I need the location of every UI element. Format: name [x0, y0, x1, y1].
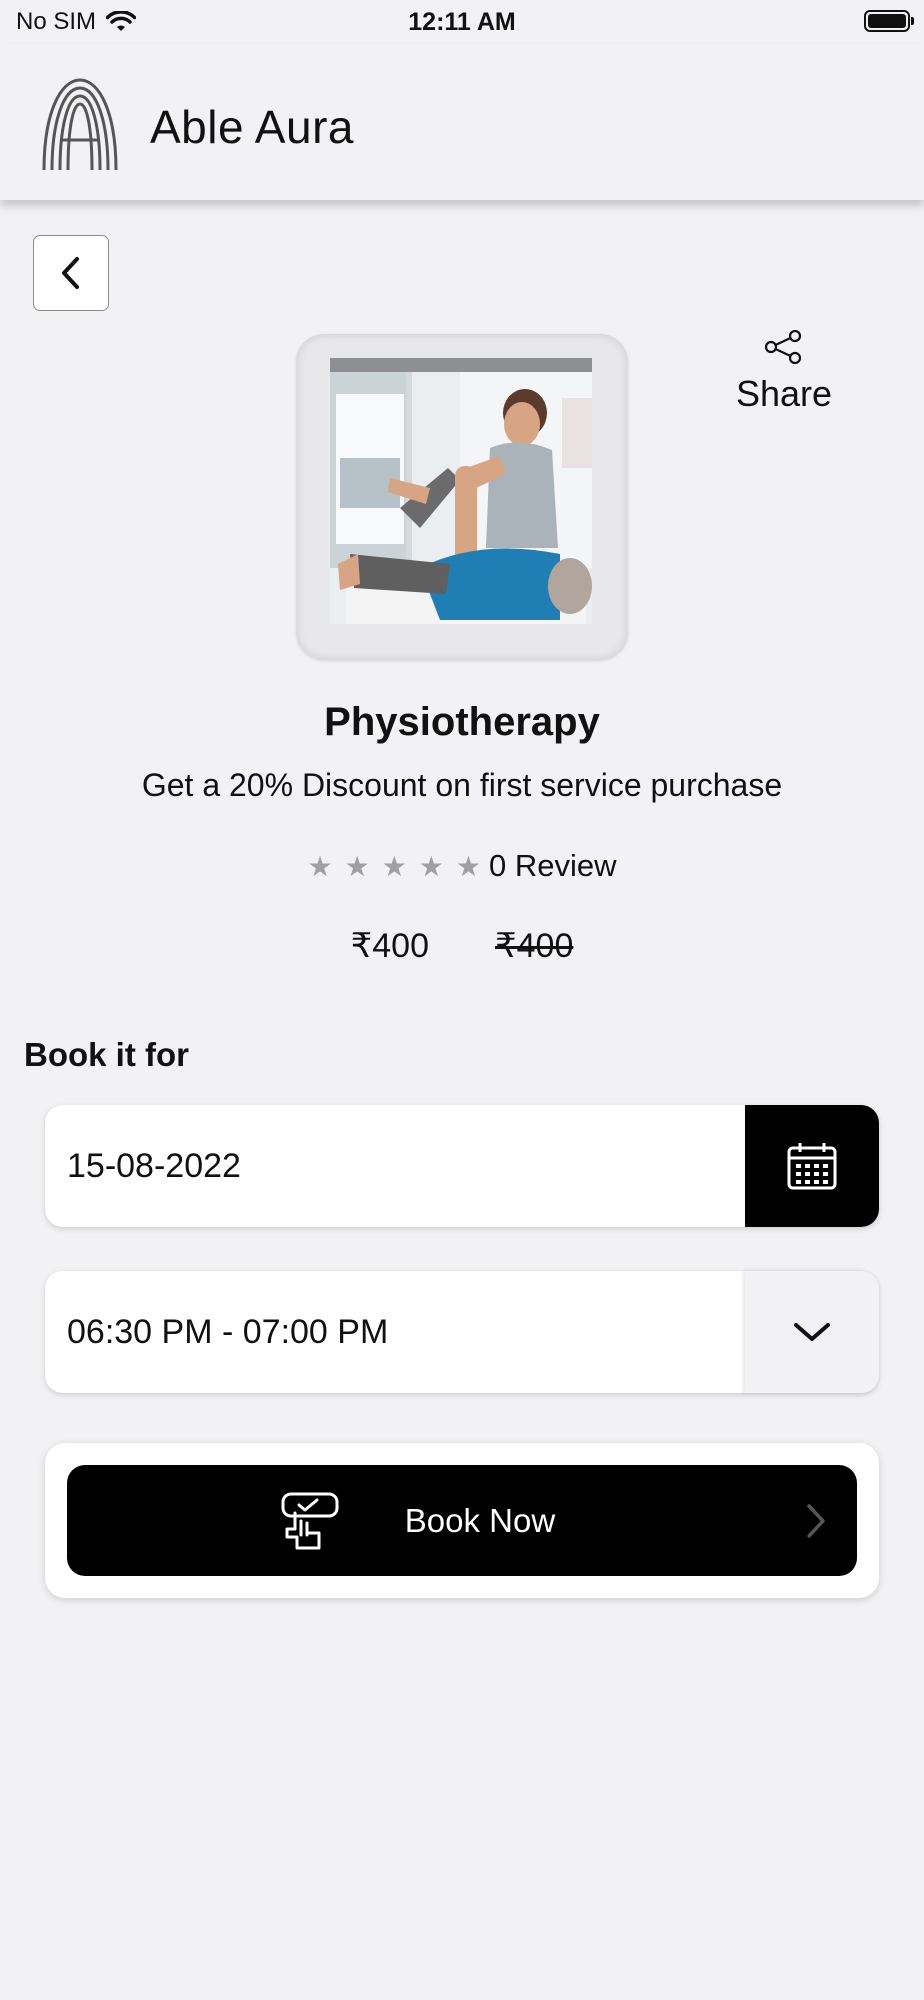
current-price: ₹400	[350, 927, 429, 965]
price-row: ₹400 ₹400	[0, 926, 924, 966]
booking-hand-icon	[281, 1492, 339, 1550]
app-title: Able Aura	[150, 101, 354, 153]
book-now-button[interactable]: Book Now	[67, 1465, 857, 1576]
share-label: Share	[735, 373, 833, 414]
date-value: 15-08-2022	[67, 1147, 241, 1185]
book-now-label: Book Now	[404, 1501, 556, 1539]
book-it-for-label: Book it for	[24, 1036, 189, 1073]
book-now-card: Book Now	[45, 1443, 879, 1598]
share-button[interactable]: Share	[732, 329, 836, 415]
back-button[interactable]	[33, 235, 109, 311]
able-aura-logo	[42, 78, 118, 171]
chevron-left-icon	[62, 257, 79, 289]
dropdown-button[interactable]	[745, 1271, 879, 1393]
calendar-button[interactable]	[745, 1105, 879, 1227]
status-bar-time: 12:11 AM	[408, 8, 516, 36]
service-photo	[330, 358, 592, 624]
original-price: ₹400	[495, 927, 574, 965]
promo-text: Get a 20% Discount on first service purc…	[141, 767, 783, 803]
time-slot-value: 06:30 PM - 07:00 PM	[67, 1313, 389, 1351]
time-slot-select[interactable]: 06:30 PM - 07:00 PM	[45, 1271, 879, 1393]
calendar-icon	[787, 1143, 837, 1190]
date-field[interactable]: 15-08-2022	[45, 1105, 879, 1227]
review-count: 0 Review	[489, 848, 617, 883]
chevron-down-icon	[794, 1323, 830, 1341]
chevron-right-icon	[807, 1504, 825, 1538]
service-image-card	[296, 334, 628, 660]
battery-icon	[864, 10, 914, 32]
service-name: Physiotherapy	[324, 700, 600, 744]
rating-stars: ★★★★★	[307, 850, 493, 882]
share-icon	[764, 329, 802, 365]
app-header: Able Aura	[0, 44, 924, 200]
rating-row: ★★★★★ 0 Review	[0, 848, 924, 884]
